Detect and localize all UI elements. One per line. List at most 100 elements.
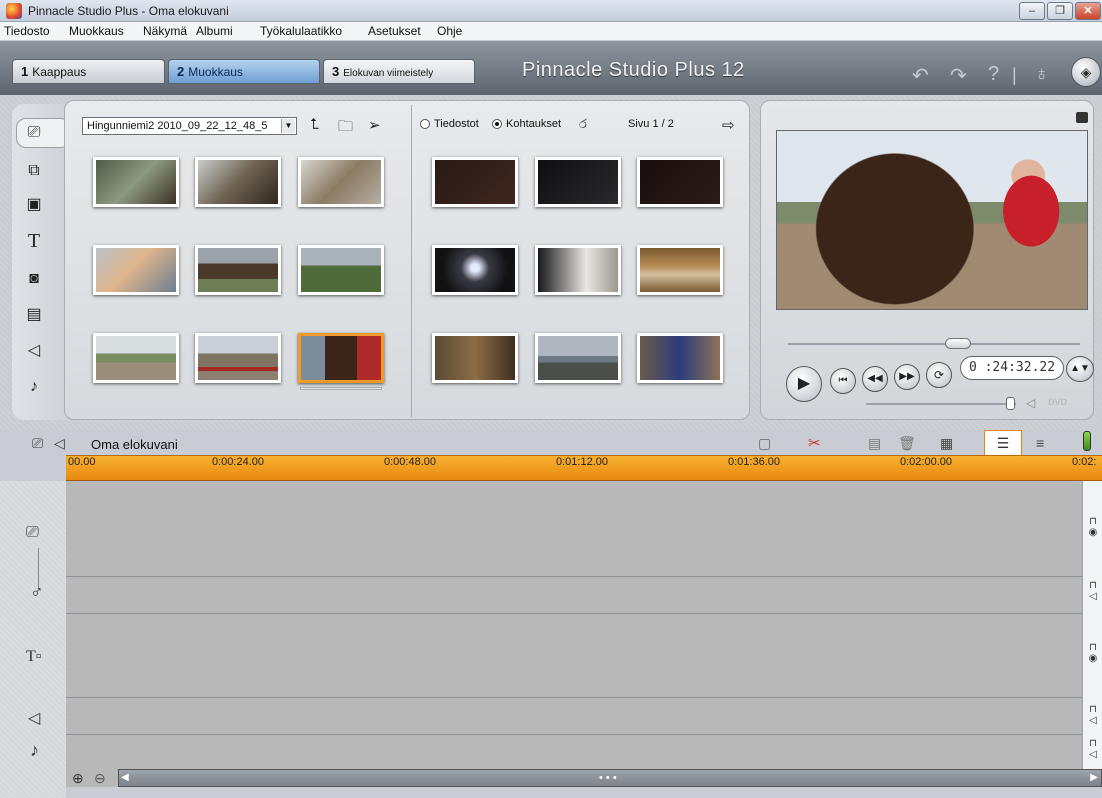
volume-track[interactable] xyxy=(866,403,1016,405)
overlay-track-icon[interactable]: ♂ xyxy=(30,582,44,603)
maximize-button[interactable]: ❐ xyxy=(1047,2,1073,20)
go-to-start-button[interactable]: ⏮ xyxy=(830,368,856,394)
music-track-icon[interactable]: ♪ xyxy=(30,740,39,761)
clip-thumbnail[interactable] xyxy=(93,333,179,383)
folder-select[interactable]: Hingunniemi2 2010_09_22_12_48_5 ▼ xyxy=(82,117,297,135)
brand-logo: Pinnacle Studio Plus 12 xyxy=(522,59,745,81)
bookmark-icon[interactable]: ▢ xyxy=(758,435,771,452)
menu-ohje[interactable]: Ohje xyxy=(437,24,462,38)
transitions-icon[interactable]: ⧉ xyxy=(22,160,46,182)
menu-albumi[interactable]: Albumi xyxy=(196,24,233,38)
zoom-out-icon[interactable]: ⊖ xyxy=(94,770,106,787)
title-track-icon[interactable]: T▫ xyxy=(26,648,41,666)
sound-effect-track-icon[interactable]: ◁ xyxy=(28,708,40,728)
play-button[interactable]: ▶ xyxy=(786,366,822,402)
menu-tiedosto[interactable]: Tiedosto xyxy=(4,24,50,38)
menu-muokkaus[interactable]: Muokkaus xyxy=(69,24,124,38)
lock-icon[interactable]: ⊓ ◉ xyxy=(1088,642,1098,664)
photos-icon[interactable]: ◙ xyxy=(22,268,46,290)
timeline-ruler[interactable]: 00.00 0:00:24.00 0:00:48.00 0:01:12.00 0… xyxy=(66,455,1102,481)
scene-thumbnail[interactable] xyxy=(432,333,518,383)
split-clip-icon[interactable]: ▤ xyxy=(868,435,881,452)
folder-icon[interactable]: 🗀 xyxy=(338,116,353,141)
tab-capture[interactable]: 1 Kaappaus xyxy=(12,59,165,84)
disc-menus-icon[interactable]: ▤ xyxy=(22,304,46,326)
lock-icon[interactable]: ⊓ ◁ xyxy=(1088,580,1098,602)
menu-nakyma[interactable]: Näkymä xyxy=(143,24,187,38)
scrubber-track[interactable] xyxy=(788,343,1080,345)
window-title: Pinnacle Studio Plus - Oma elokuvani xyxy=(28,4,229,18)
glasses-icon[interactable]: ර xyxy=(579,116,587,132)
scene-thumbnail[interactable] xyxy=(637,333,723,383)
track-divider xyxy=(66,697,1082,698)
titles-icon[interactable]: T xyxy=(22,230,46,252)
clip-thumbnail[interactable] xyxy=(298,157,384,207)
menu-tyokalulaatikko[interactable]: Työkalulaatikko xyxy=(260,24,342,38)
disc-menu-icon[interactable]: ◈ xyxy=(1071,57,1101,87)
text-view-icon[interactable]: ≡ xyxy=(1036,435,1044,451)
ruler-tick-label: 0:00:48.00 xyxy=(384,456,436,468)
scroll-left-icon[interactable]: ◀ xyxy=(121,772,129,783)
tab-label: Elokuvan viimeistely xyxy=(343,68,434,79)
expand-preview-icon[interactable] xyxy=(1076,112,1088,123)
minimize-button[interactable]: – xyxy=(1019,2,1045,20)
close-button[interactable]: ✕ xyxy=(1075,2,1101,20)
speaker-icon[interactable]: ◁ xyxy=(1026,396,1035,410)
clip-thumbnail[interactable] xyxy=(195,333,281,383)
timecode-stepper[interactable]: ▲▼ xyxy=(1066,356,1094,382)
chevron-down-icon: ▼ xyxy=(281,119,295,133)
radio-files[interactable] xyxy=(420,119,430,129)
timeline-tracks[interactable] xyxy=(66,481,1082,787)
timeline-scrollbar[interactable]: ◀ • • • ▶ xyxy=(118,769,1102,787)
mode-tab-bar: 1 Kaappaus 2 Muokkaus 3 Elokuvan viimeistel… xyxy=(0,41,1102,95)
next-page-icon[interactable]: ⇨ xyxy=(722,116,735,134)
clip-thumbnail[interactable] xyxy=(93,157,179,207)
lock-icon[interactable]: ⊓ ◁ xyxy=(1088,704,1098,726)
volume-knob[interactable] xyxy=(1006,397,1015,410)
undo-icon[interactable]: ↶ xyxy=(912,63,929,88)
scene-thumbnail[interactable] xyxy=(535,245,621,295)
scroll-right-icon[interactable]: ▶ xyxy=(1090,772,1098,783)
video-scenes-icon[interactable]: ⎚ xyxy=(22,122,46,144)
radio-scenes[interactable] xyxy=(492,119,502,129)
trash-icon[interactable]: 🗑 xyxy=(898,435,916,452)
scene-thumbnail[interactable] xyxy=(637,157,723,207)
redo-icon[interactable]: ↷ xyxy=(950,63,967,88)
timecode-field[interactable]: 0 :24:32.22 xyxy=(960,356,1064,380)
clip-thumbnail[interactable] xyxy=(195,245,281,295)
video-track-icon[interactable]: ⎚ xyxy=(26,524,39,542)
timeline-view-icon[interactable]: ☰ xyxy=(984,430,1022,456)
themes-icon[interactable]: ▣ xyxy=(22,194,46,216)
folder-up-icon[interactable]: ⮤ xyxy=(310,116,319,133)
scrubber-knob[interactable] xyxy=(945,338,971,349)
scene-thumbnail[interactable] xyxy=(535,333,621,383)
storyboard-view-icon[interactable]: ▦ xyxy=(940,435,953,452)
clip-thumbnail[interactable] xyxy=(195,157,281,207)
loop-button[interactable]: ⟳ xyxy=(926,362,952,388)
video-track-icon[interactable]: ⎚ xyxy=(32,435,43,452)
audio-track-icon[interactable]: ◁ xyxy=(54,435,65,452)
rewind-button[interactable]: ◀◀ xyxy=(862,366,888,392)
menu-asetukset[interactable]: Asetukset xyxy=(368,24,421,38)
tab-make-movie[interactable]: 3 Elokuvan viimeistely xyxy=(323,59,475,84)
scene-thumbnail[interactable] xyxy=(535,157,621,207)
tab-edit[interactable]: 2 Muokkaus xyxy=(168,59,320,84)
dvd-icon[interactable]: DVD xyxy=(1048,397,1067,407)
lock-icon[interactable]: ⊓ ◉ xyxy=(1088,516,1098,538)
lock-icon[interactable]: ⊓ ◁ xyxy=(1088,738,1098,760)
clip-thumbnail[interactable] xyxy=(93,245,179,295)
clip-thumbnail[interactable] xyxy=(298,245,384,295)
razor-icon[interactable]: ✂ xyxy=(808,434,821,452)
zoom-in-icon[interactable]: ⊕ xyxy=(72,770,84,787)
clip-thumbnail-selected[interactable] xyxy=(298,333,384,383)
sound-effects-icon[interactable]: ◁ xyxy=(22,340,46,362)
fast-forward-button[interactable]: ▶▶ xyxy=(894,364,920,390)
help-icon[interactable]: ? xyxy=(988,63,999,86)
go-to-icon[interactable]: ➢ xyxy=(368,116,381,134)
lightbulb-icon[interactable]: ♁ xyxy=(1034,63,1049,86)
scene-thumbnail[interactable] xyxy=(432,245,518,295)
scene-thumbnail[interactable] xyxy=(637,245,723,295)
scene-thumbnail[interactable] xyxy=(432,157,518,207)
scroll-grip[interactable]: • • • xyxy=(599,772,617,784)
music-icon[interactable]: ♪ xyxy=(22,376,46,398)
